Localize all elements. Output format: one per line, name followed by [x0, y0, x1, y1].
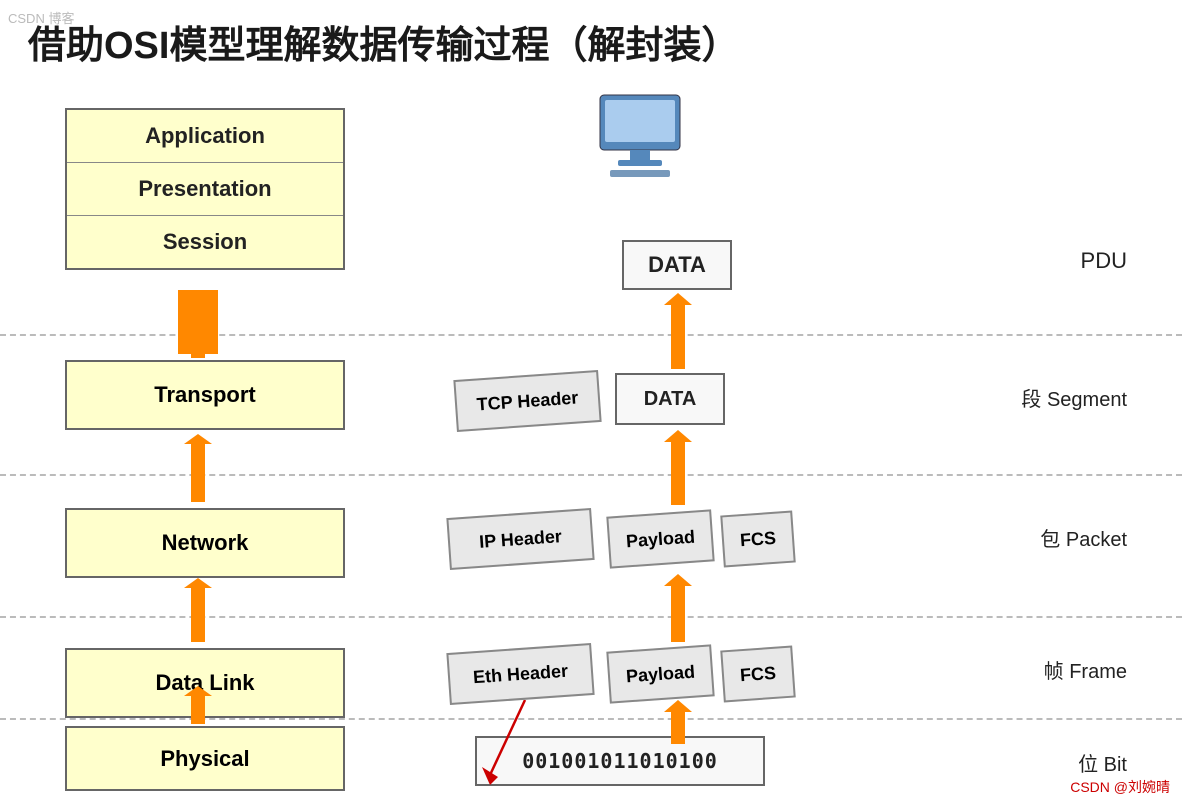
arrow-datalink-to-physical — [178, 686, 218, 724]
packet-label: 包 Packet — [1040, 523, 1127, 552]
diagram: CSDN 博客 借助OSI模型理解数据传输过程（解封装） Application… — [0, 0, 1182, 805]
transport-layer-box: Transport — [65, 360, 345, 430]
frame-label: 帧 Frame — [1044, 655, 1127, 684]
fcs-packet-box: FCS — [720, 511, 795, 568]
tcp-header-box: TCP Header — [453, 370, 601, 432]
mid-arrow-segment — [658, 430, 698, 505]
physical-layer-box: Physical — [65, 726, 345, 791]
data-box-top: DATA — [622, 240, 732, 290]
fcs-frame-box: FCS — [720, 646, 795, 703]
computer-icon — [590, 90, 690, 180]
physical-label: Physical — [67, 728, 343, 789]
mid-arrow-data-top — [658, 293, 698, 369]
application-layer: Application — [67, 110, 343, 163]
bit-label: 位 Bit — [1078, 748, 1127, 777]
csdn-badge: CSDN @刘婉晴 — [1070, 777, 1170, 797]
eth-header-box: Eth Header — [446, 643, 594, 705]
arrow-upper-to-transport — [178, 290, 218, 358]
arrow-network-to-datalink — [178, 578, 218, 642]
data-box-segment: DATA — [615, 373, 725, 425]
red-arrow-eth-to-bits — [470, 695, 550, 785]
network-layer-box: Network — [65, 508, 345, 578]
payload-packet-box: Payload — [606, 509, 714, 568]
main-title: 借助OSI模型理解数据传输过程（解封装） — [28, 14, 739, 69]
transport-label: Transport — [67, 362, 343, 428]
pdu-label: PDU — [1081, 248, 1127, 274]
network-label: Network — [67, 510, 343, 576]
payload-frame-box: Payload — [606, 644, 714, 703]
arrow-transport-to-network — [178, 434, 218, 502]
presentation-layer: Presentation — [67, 163, 343, 216]
mid-arrow-packet — [658, 574, 698, 642]
upper-layers-group: Application Presentation Session — [65, 108, 345, 270]
segment-label: 段 Segment — [1021, 383, 1127, 412]
mid-arrow-frame — [658, 700, 698, 744]
ip-header-box: IP Header — [446, 508, 594, 570]
session-layer: Session — [67, 216, 343, 268]
